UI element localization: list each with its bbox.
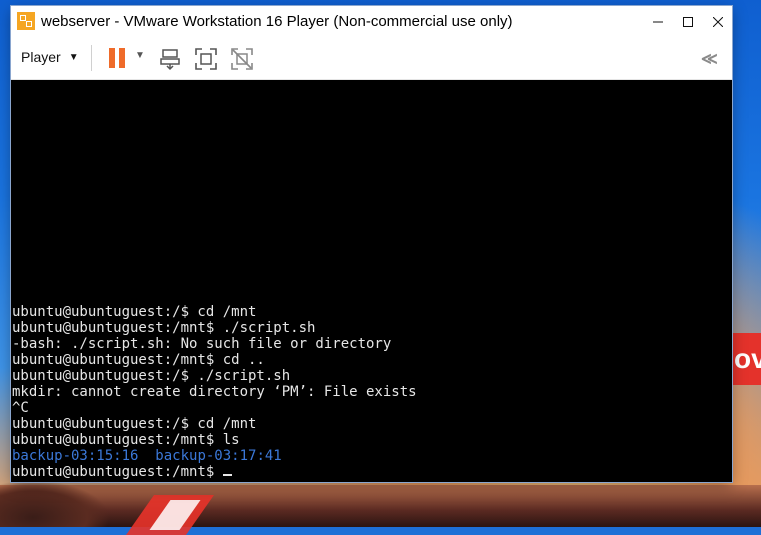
collapse-icon[interactable]: ≪ xyxy=(701,49,718,69)
send-ctrl-alt-del-icon[interactable] xyxy=(158,47,182,71)
ls-output-line: backup-03:15:16 backup-03:17:41 xyxy=(12,448,417,464)
terminal-prompt: ubuntu@ubuntuguest:/mnt$ xyxy=(12,464,223,480)
chevron-down-icon: ▼ xyxy=(68,51,79,63)
desktop-promo-text: ov xyxy=(732,333,761,385)
pause-icon xyxy=(109,48,115,68)
wallpaper-rocks xyxy=(0,480,110,527)
vmware-player-window: webserver - VMware Workstation 16 Player… xyxy=(11,6,732,482)
directory-entry: backup-03:15:16 xyxy=(12,448,139,464)
terminal-line: mkdir: cannot create directory ‘PM’: Fil… xyxy=(12,384,417,400)
window-title: webserver - VMware Workstation 16 Player… xyxy=(41,13,513,30)
maximize-button[interactable] xyxy=(671,6,705,37)
toolbar-divider xyxy=(91,45,92,71)
unity-icon[interactable] xyxy=(230,47,254,71)
terminal-output: ubuntu@ubuntuguest:/$ cd /mnt ubuntu@ubu… xyxy=(12,304,417,480)
terminal-line: ubuntu@ubuntuguest:/mnt$ cd .. xyxy=(12,352,265,368)
maximize-icon xyxy=(683,16,693,27)
minimize-button[interactable] xyxy=(641,6,675,37)
vmware-app-icon xyxy=(17,12,35,30)
title-bar[interactable]: webserver - VMware Workstation 16 Player… xyxy=(11,6,732,37)
directory-entry: backup-03:17:41 xyxy=(155,448,282,464)
terminal-line: ubuntu@ubuntuguest:/$ ./script.sh xyxy=(12,368,291,384)
pause-options-dropdown[interactable]: ▼ xyxy=(135,50,145,61)
pause-icon-bar xyxy=(119,48,125,68)
player-menu-label: Player xyxy=(21,49,61,65)
terminal-line: ubuntu@ubuntuguest:/mnt$ ls xyxy=(12,432,240,448)
terminal-prompt-line: ubuntu@ubuntuguest:/mnt$ xyxy=(12,464,417,480)
fullscreen-icon[interactable] xyxy=(194,47,218,71)
terminal-line: -bash: ./script.sh: No such file or dire… xyxy=(12,336,392,352)
close-icon xyxy=(713,16,723,27)
terminal-line: ^C xyxy=(12,400,29,416)
toolbar: Player ▼ ▼ ≪ xyxy=(11,37,732,80)
player-menu-button[interactable]: Player ▼ xyxy=(21,49,79,65)
terminal-cursor xyxy=(222,474,232,476)
terminal-line: ubuntu@ubuntuguest:/$ cd /mnt xyxy=(12,416,257,432)
minimize-icon xyxy=(653,21,663,22)
wallpaper-ground xyxy=(0,485,761,527)
vm-console[interactable]: ubuntu@ubuntuguest:/$ cd /mnt ubuntu@ubu… xyxy=(11,80,732,482)
terminal-line: ubuntu@ubuntuguest:/$ cd /mnt xyxy=(12,304,257,320)
terminal-line: ubuntu@ubuntuguest:/mnt$ ./script.sh xyxy=(12,320,316,336)
close-button[interactable] xyxy=(701,6,735,37)
pause-button[interactable] xyxy=(106,47,128,69)
